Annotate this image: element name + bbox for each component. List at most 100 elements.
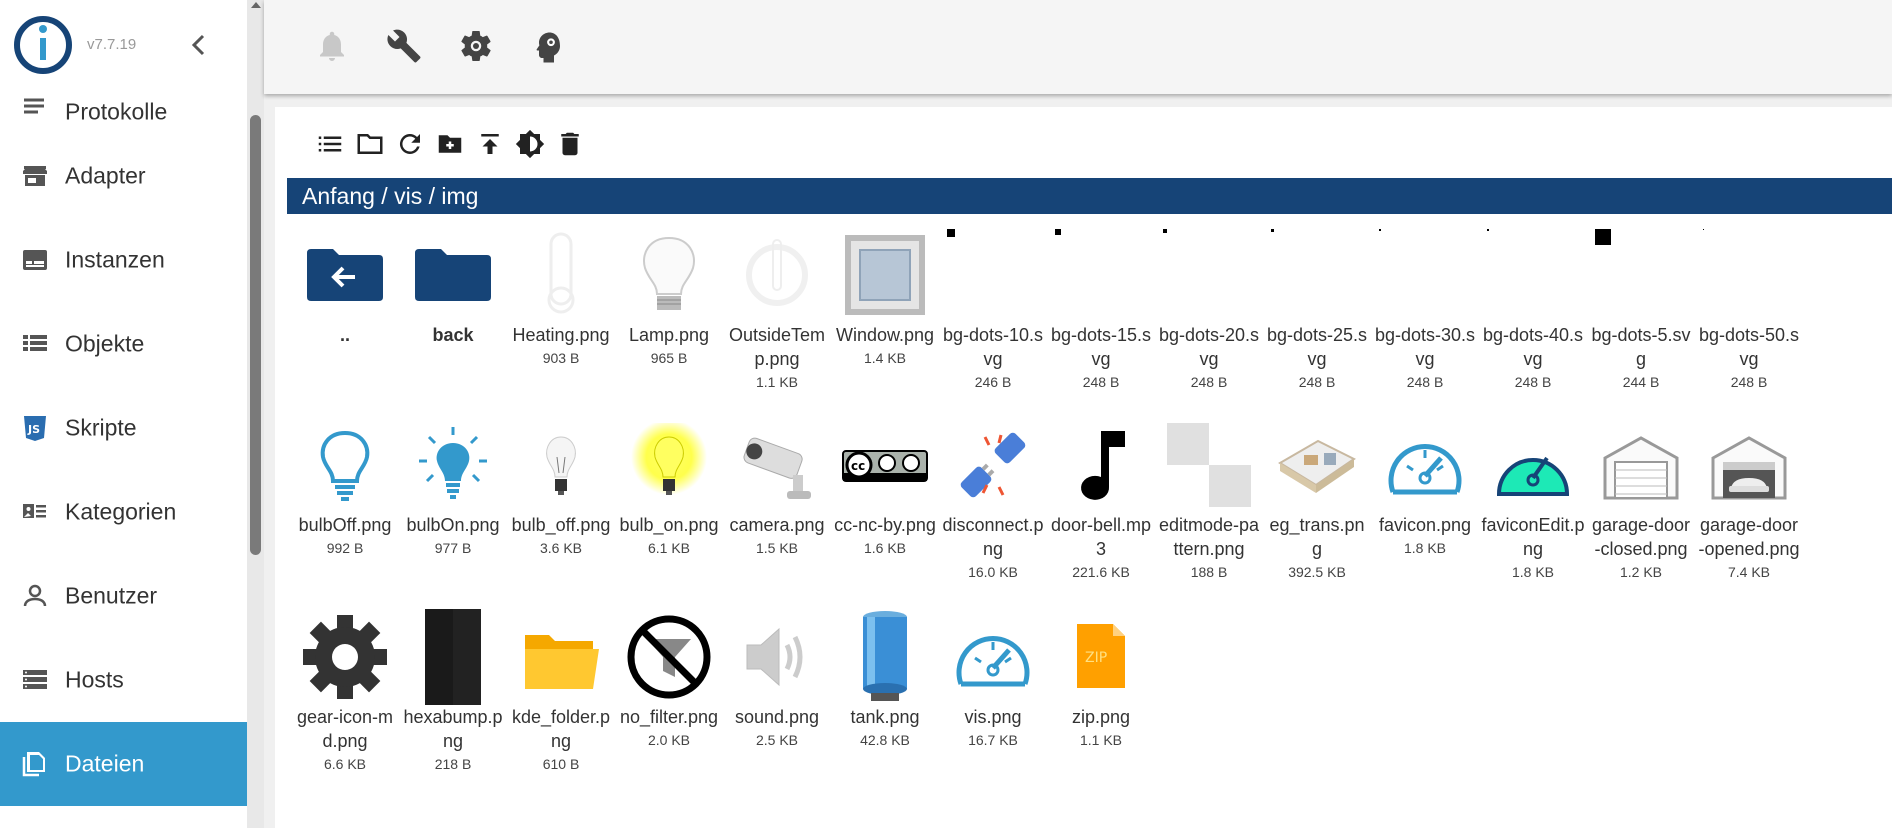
sidebar-item-hosts[interactable]: Hosts <box>0 638 247 722</box>
folder-icon <box>399 227 507 323</box>
system-settings-button[interactable] <box>386 28 422 64</box>
file-tile-gear-icon-md-png[interactable]: gear-icon-md.png 6.6 KB <box>291 609 399 775</box>
file-tile-bulbon-png[interactable]: bulbOn.png 977 B <box>399 417 507 559</box>
upload-button[interactable] <box>475 129 505 159</box>
file-tile-outsidetemp-png[interactable]: OutsideTemp.png 1.1 KB <box>723 227 831 393</box>
file-tile-bg-dots-25-svg[interactable]: bg-dots-25.svg 248 B <box>1263 227 1371 393</box>
file-name: bg-dots-25.svg <box>1266 325 1368 369</box>
parent-folder-tile[interactable]: .. <box>291 227 399 347</box>
file-name: .. <box>339 325 350 345</box>
breadcrumb-vis[interactable]: vis <box>394 183 422 210</box>
file-name: Window.png <box>835 325 935 345</box>
file-tile-bg-dots-30-svg[interactable]: bg-dots-30.svg 248 B <box>1371 227 1479 393</box>
view-toggle-button[interactable] <box>315 129 345 159</box>
sidebar-item-kategorien[interactable]: Kategorien <box>0 470 247 554</box>
file-tile-bulboff-png[interactable]: bulbOff.png 992 B <box>291 417 399 559</box>
file-tile-zip-png[interactable]: ZIP zip.png 1.1 KB <box>1047 609 1155 751</box>
notifications-button[interactable] <box>314 28 350 64</box>
scroll-up-arrow[interactable] <box>251 2 261 8</box>
head-brain-icon <box>536 32 560 63</box>
scrollbar-thumb[interactable] <box>250 115 261 555</box>
file-name: bg-dots-10.svg <box>942 325 1044 369</box>
file-tile-bg-dots-5-svg[interactable]: bg-dots-5.svg 244 B <box>1587 227 1695 393</box>
collapse-sidebar-button[interactable] <box>188 32 210 58</box>
file-tile-bg-dots-15-svg[interactable]: bg-dots-15.svg 248 B <box>1047 227 1155 393</box>
files-icon <box>22 752 45 777</box>
sidebar-item-adapter[interactable]: Adapter <box>0 134 247 218</box>
breadcrumb-img: img <box>441 182 479 209</box>
file-thumbnail <box>939 609 1047 705</box>
sidebar-item-benutzer[interactable]: Benutzer <box>0 554 247 638</box>
sidebar-item-instanzen[interactable]: Instanzen <box>0 218 247 302</box>
bell-icon <box>320 31 344 61</box>
list-view-icon <box>318 136 342 152</box>
file-name: zip.png <box>1071 707 1131 727</box>
settings-button[interactable] <box>458 28 494 64</box>
iobroker-logo[interactable] <box>14 16 72 74</box>
file-tile-lamp-png[interactable]: Lamp.png 965 B <box>615 227 723 369</box>
file-tile-bulb-on-png[interactable]: bulb_on.png 6.1 KB <box>615 417 723 559</box>
file-tile-vis-png[interactable]: vis.png 16.7 KB <box>939 609 1047 751</box>
file-tile-kde-folder-png[interactable]: kde_folder.png 610 B <box>507 609 615 775</box>
version-label: v7.7.19 <box>87 36 137 53</box>
file-size: 248 B <box>1514 374 1552 390</box>
file-tile-bg-dots-50-svg[interactable]: bg-dots-50.svg 248 B <box>1695 227 1803 393</box>
file-thumbnail <box>1695 227 1803 323</box>
file-tile-window-png[interactable]: Window.png 1.4 KB <box>831 227 939 369</box>
file-tile-bg-dots-20-svg[interactable]: bg-dots-20.svg 248 B <box>1155 227 1263 393</box>
file-tile-tank-png[interactable]: tank.png 42.8 KB <box>831 609 939 751</box>
upload-icon <box>481 134 499 154</box>
folder-tile-back[interactable]: back <box>399 227 507 347</box>
sidebar-item-skripte[interactable]: JS Skripte <box>0 386 247 470</box>
file-tile-bg-dots-40-svg[interactable]: bg-dots-40.svg 248 B <box>1479 227 1587 393</box>
file-tile-camera-png[interactable]: camera.png 1.5 KB <box>723 417 831 559</box>
file-tile-door-bell-mp3[interactable]: door-bell.mp3 221.6 KB <box>1047 417 1155 583</box>
file-tile-bg-dots-10-svg[interactable]: bg-dots-10.svg 246 B <box>939 227 1047 393</box>
expand-folders-button[interactable] <box>355 129 385 159</box>
sidebar-item-objekte[interactable]: Objekte <box>0 302 247 386</box>
file-tile-no-filter-png[interactable]: no_filter.png 2.0 KB <box>615 609 723 751</box>
file-tile-editmode-pattern-png[interactable]: editmode-pattern.png 188 B <box>1155 417 1263 583</box>
file-name: door-bell.mp3 <box>1050 515 1152 559</box>
file-name: vis.png <box>964 707 1022 727</box>
file-tile-favicon-png[interactable]: favicon.png 1.8 KB <box>1371 417 1479 559</box>
sidebar-item-label: Hosts <box>65 666 124 693</box>
sidebar-scrollbar[interactable] <box>247 0 264 828</box>
file-name: bg-dots-15.svg <box>1050 325 1152 369</box>
file-tile-eg-trans-png[interactable]: eg_trans.png 392.5 KB <box>1263 417 1371 583</box>
file-size: 6.1 KB <box>647 540 691 556</box>
file-tile-bulb-off-png[interactable]: bulb_off.png 3.6 KB <box>507 417 615 559</box>
file-name: gear-icon-md.png <box>296 707 394 751</box>
background-toggle-button[interactable] <box>515 129 545 159</box>
sidebar-nav: Protokolle Adapter Instanzen Objekte JS Skrip… <box>0 80 247 806</box>
gear-icon <box>461 30 491 62</box>
file-thumbnail: cc <box>831 417 939 513</box>
file-tile-sound-png[interactable]: sound.png 2.5 KB <box>723 609 831 751</box>
sidebar-item-label: Kategorien <box>65 498 177 525</box>
file-tile-hexabump-png[interactable]: hexabump.png 218 B <box>399 609 507 775</box>
file-size: 42.8 KB <box>860 732 910 748</box>
instances-icon <box>23 250 47 270</box>
refresh-button[interactable] <box>395 129 425 159</box>
file-tile-disconnect-png[interactable]: disconnect.png 16.0 KB <box>939 417 1047 583</box>
file-size: 610 B <box>542 756 580 772</box>
file-name: bg-dots-20.svg <box>1158 325 1260 369</box>
file-thumbnail <box>615 609 723 705</box>
expert-mode-button[interactable] <box>530 28 566 64</box>
sidebar: Protokolle Adapter Instanzen Objekte JS Skrip… <box>0 0 247 828</box>
file-tile-faviconedit-png[interactable]: faviconEdit.png 1.8 KB <box>1479 417 1587 583</box>
wrench-icon <box>387 29 421 63</box>
hosts-icon <box>23 670 47 689</box>
sidebar-item-label: Protokolle <box>65 98 168 125</box>
add-folder-button[interactable] <box>435 129 465 159</box>
file-name: back <box>432 325 474 345</box>
delete-button[interactable] <box>555 129 585 159</box>
file-tile-garage-door-opened-png[interactable]: garage-door-opened.png 7.4 KB <box>1695 417 1803 583</box>
file-tile-heating-png[interactable]: Heating.png 903 B <box>507 227 615 369</box>
file-name: bulbOn.png <box>406 515 500 535</box>
file-tile-cc-nc-by-png[interactable]: cc cc-nc-by.png 1.6 KB <box>831 417 939 559</box>
file-tile-garage-door-closed-png[interactable]: garage-door-closed.png 1.2 KB <box>1587 417 1695 583</box>
file-size: 1.2 KB <box>1619 564 1663 580</box>
breadcrumb-root[interactable]: Anfang <box>302 183 375 210</box>
sidebar-item-dateien[interactable]: Dateien <box>0 722 247 806</box>
